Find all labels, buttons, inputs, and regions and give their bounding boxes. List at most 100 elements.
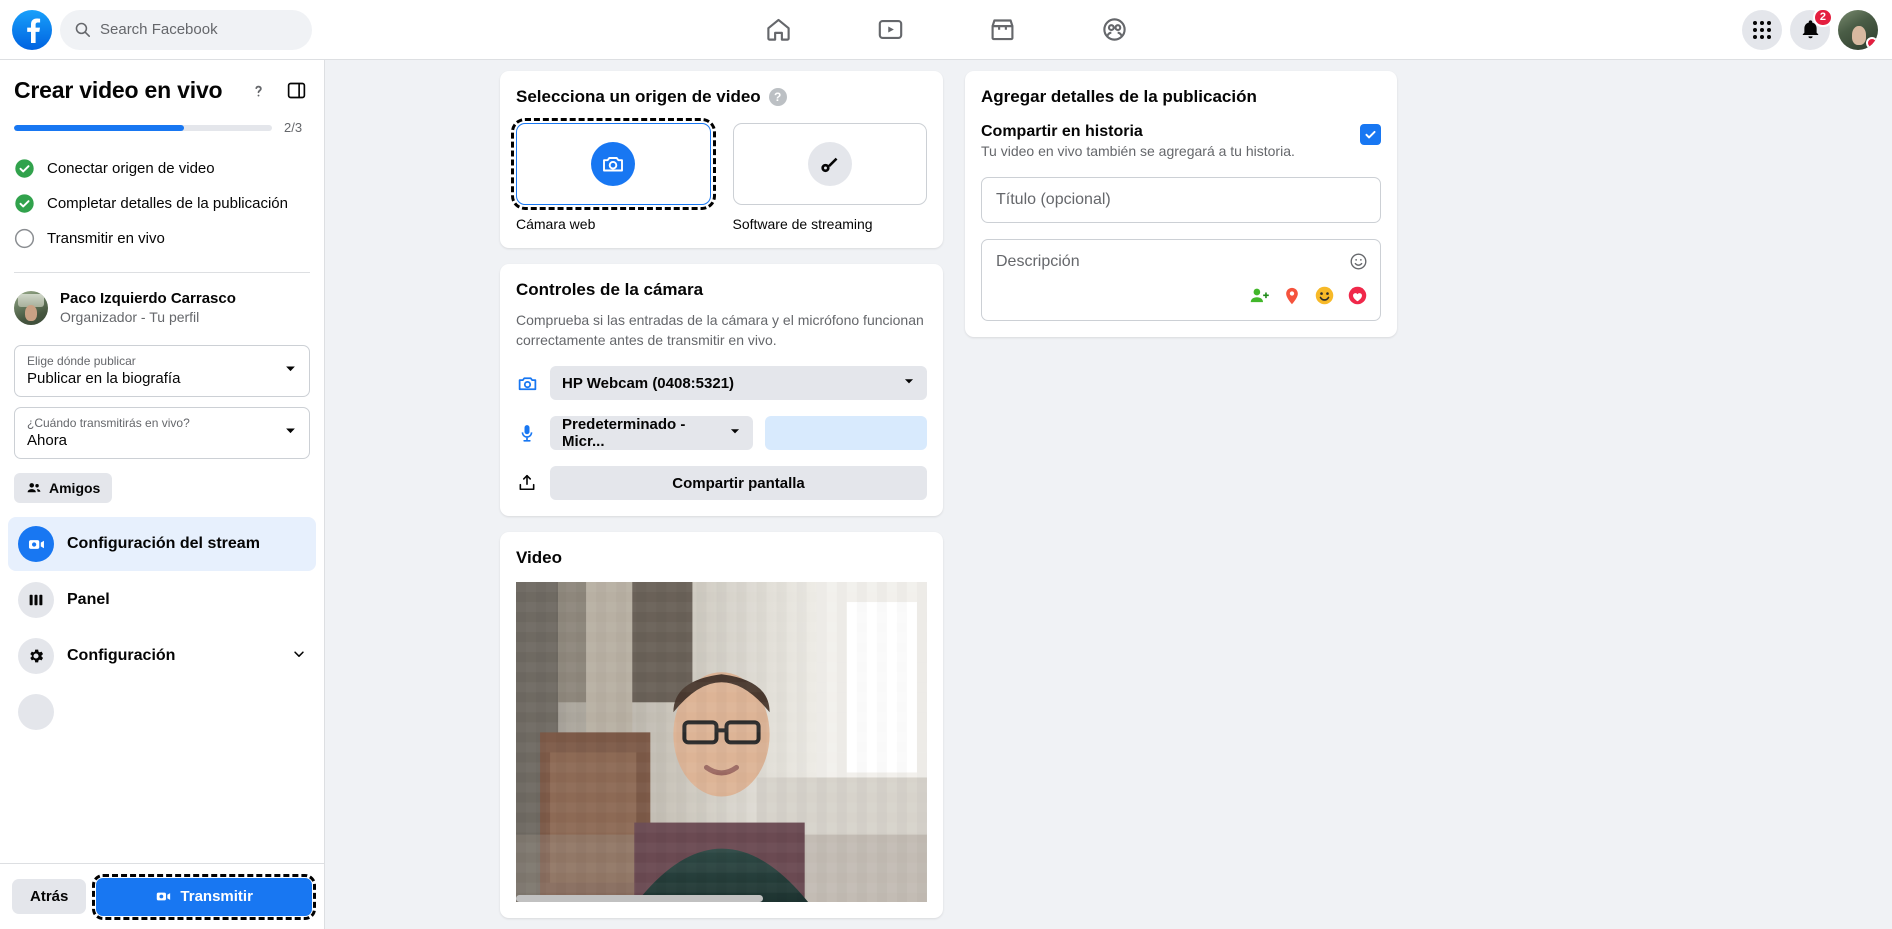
- sidebar-header: Crear video en vivo: [0, 60, 324, 108]
- progress-track: [14, 124, 272, 131]
- scrollbar-thumb[interactable]: [516, 895, 763, 902]
- select-label: ¿Cuándo transmitirás en vivo?: [27, 416, 190, 430]
- camera-controls-title: Controles de la cámara: [516, 280, 704, 299]
- title-input[interactable]: Título (opcional): [981, 177, 1381, 223]
- grid-menu-icon: [1753, 20, 1771, 39]
- post-details-card: Agregar detalles de la publicación Compa…: [965, 71, 1397, 337]
- microphone-select-row: Predeterminado - Micr...: [516, 416, 927, 450]
- avatar: [14, 291, 48, 325]
- chevron-down-icon: [292, 647, 306, 666]
- go-live-button[interactable]: Transmitir: [92, 873, 316, 920]
- sidebar-item-stream-settings[interactable]: Configuración del stream: [8, 517, 316, 571]
- select-value: Ahora: [27, 432, 68, 449]
- page-title: Crear video en vivo: [14, 76, 223, 103]
- title-input-placeholder: Título (opcional): [996, 191, 1111, 208]
- sidebar-item-dashboard[interactable]: Panel: [8, 573, 316, 627]
- stream-camera-icon: [18, 526, 54, 562]
- video-horizontal-scrollbar[interactable]: [516, 895, 927, 902]
- description-input[interactable]: Descripción: [981, 239, 1381, 321]
- go-live-label: Transmitir: [180, 888, 253, 905]
- description-input-placeholder: Descripción: [996, 253, 1080, 270]
- question-mark-icon[interactable]: ?: [768, 88, 787, 106]
- source-option-label: Software de streaming: [732, 216, 873, 232]
- search-input[interactable]: Search Facebook: [60, 9, 312, 50]
- help-button[interactable]: [244, 76, 272, 104]
- share-story-checkbox[interactable]: [1360, 124, 1381, 145]
- panel-toggle-icon: [287, 82, 305, 98]
- chevron-down-icon: [729, 424, 741, 442]
- source-option-streaming-box[interactable]: [732, 123, 927, 205]
- apps-menu-button[interactable]: [1742, 9, 1782, 50]
- key-icon: [807, 142, 852, 186]
- microphone-icon: [516, 423, 538, 443]
- source-option-webcam-box[interactable]: [511, 118, 716, 210]
- step-item-go-live[interactable]: Transmitir en vivo: [14, 221, 310, 256]
- microphone-device-select[interactable]: Predeterminado - Micr...: [550, 416, 753, 450]
- check-circle-icon: [14, 193, 35, 214]
- share-story-title: Compartir en historia: [981, 123, 1143, 140]
- organizer-role: Organizador - Tu perfil: [60, 309, 200, 325]
- panel-toggle-button[interactable]: [282, 76, 310, 104]
- emoji-icon[interactable]: [1314, 285, 1335, 310]
- sidebar-item-partial[interactable]: [8, 685, 316, 739]
- sidebar-item-settings[interactable]: Configuración: [8, 629, 316, 683]
- nav-tab-groups[interactable]: [1058, 2, 1170, 58]
- nav-center-tabs: [722, 2, 1170, 58]
- feeling-icon[interactable]: [1347, 285, 1368, 310]
- select-label: Elige dónde publicar: [27, 354, 136, 368]
- source-option-webcam[interactable]: Cámara web: [511, 118, 716, 232]
- home-icon: [766, 18, 790, 41]
- share-story-subtitle: Tu video en vivo también se agregará a t…: [981, 143, 1295, 159]
- nav-tab-video[interactable]: [834, 2, 946, 58]
- step-item-connect-source[interactable]: Conectar origen de video: [14, 151, 310, 186]
- marketplace-icon: [991, 19, 1013, 41]
- progress-label: 2/3: [284, 120, 303, 135]
- nav-tab-marketplace[interactable]: [946, 2, 1058, 58]
- audience-label: Amigos: [49, 480, 101, 496]
- video-preview[interactable]: [516, 582, 927, 902]
- right-column: Agregar detalles de la publicación Compa…: [965, 71, 1397, 353]
- step-label: Completar detalles de la publicación: [47, 195, 288, 212]
- dashboard-icon: [18, 582, 54, 618]
- back-button[interactable]: Atrás: [12, 879, 87, 914]
- sidebar-menu: Configuración del stream Panel Configura…: [0, 503, 324, 739]
- share-screen-row: Compartir pantalla: [516, 466, 927, 500]
- sidebar-scroll-area: Crear video en vivo 2/3 Conectar origen …: [0, 60, 324, 863]
- sidebar-item-label: Configuración: [67, 647, 176, 664]
- nav-tab-home[interactable]: [722, 2, 834, 58]
- steps-list: Conectar origen de video Completar detal…: [0, 139, 324, 262]
- tag-person-icon[interactable]: [1249, 285, 1270, 310]
- camera-select-row: HP Webcam (0408:5321): [516, 366, 927, 400]
- chevron-down-icon: [284, 362, 297, 380]
- main-scrollbar[interactable]: [1883, 60, 1892, 929]
- step-item-post-details[interactable]: Completar detalles de la publicación: [14, 186, 310, 221]
- avatar-status-dot: [1866, 36, 1878, 49]
- camera-device-select[interactable]: HP Webcam (0408:5321): [550, 366, 927, 400]
- share-screen-button[interactable]: Compartir pantalla: [550, 466, 927, 500]
- search-placeholder-text: Search Facebook: [100, 21, 218, 38]
- microphone-device-value: Predeterminado - Micr...: [562, 416, 686, 450]
- video-source-options: Cámara web Software de streaming: [511, 118, 927, 232]
- audience-selector-button[interactable]: Amigos: [14, 473, 113, 503]
- microphone-level-meter: [765, 416, 927, 450]
- post-destination-select[interactable]: Elige dónde publicar Publicar en la biog…: [14, 345, 310, 397]
- facebook-logo[interactable]: [12, 9, 52, 50]
- profile-avatar[interactable]: [1838, 9, 1878, 50]
- schedule-select[interactable]: ¿Cuándo transmitirás en vivo? Ahora: [14, 407, 310, 459]
- source-option-streaming-software[interactable]: Software de streaming: [732, 123, 927, 232]
- nav-left-group: Search Facebook: [0, 9, 312, 50]
- camera-controls-subtitle: Comprueba si las entradas de la cámara y…: [516, 312, 924, 348]
- organizer-name: Paco Izquierdo Carrasco: [60, 290, 236, 307]
- notifications-button[interactable]: 2: [1790, 7, 1833, 50]
- nav-right-group: 2: [1742, 7, 1878, 50]
- camera-controls-card: Controles de la cámara Comprueba si las …: [500, 264, 943, 516]
- emoji-smiley-icon[interactable]: [1349, 252, 1368, 276]
- video-source-title-row: Selecciona un origen de video ?: [516, 87, 927, 107]
- organizer-row: Paco Izquierdo Carrasco Organizador - Tu…: [0, 273, 324, 335]
- camera-device-value: HP Webcam (0408:5321): [562, 374, 735, 392]
- search-icon: [75, 22, 91, 38]
- share-screen-icon: [516, 473, 538, 493]
- progress-indicator: 2/3: [0, 108, 324, 139]
- location-pin-icon[interactable]: [1282, 286, 1302, 310]
- empty-circle-icon: [14, 228, 35, 249]
